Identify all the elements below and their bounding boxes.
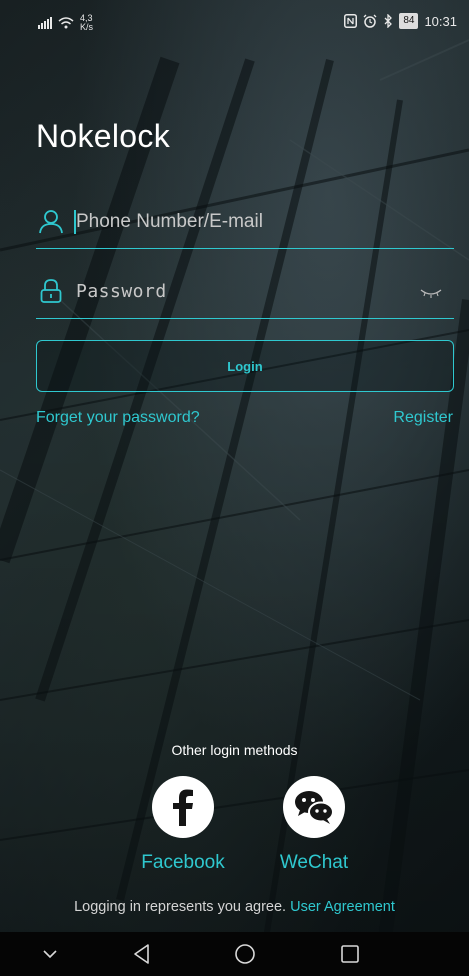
facebook-icon	[152, 776, 214, 838]
wechat-login-button[interactable]: WeChat	[264, 776, 364, 874]
chevron-down-icon[interactable]	[38, 942, 62, 966]
phone-email-placeholder: Phone Number/E-mail	[76, 211, 263, 232]
wechat-icon	[283, 776, 345, 838]
bluetooth-icon	[384, 14, 393, 28]
phone-email-field[interactable]: Phone Number/E-mail	[36, 202, 454, 249]
agreement-text: Logging in represents you agree. User Ag…	[0, 899, 469, 915]
status-left: 4,3 K/s	[38, 14, 100, 32]
battery-indicator: 84	[399, 13, 419, 29]
home-icon[interactable]	[233, 942, 257, 966]
network-speed: 4,3 K/s	[80, 14, 100, 32]
register-link[interactable]: Register	[393, 409, 453, 427]
password-field[interactable]: Password	[36, 272, 454, 319]
network-speed-unit: K/s	[80, 22, 94, 32]
login-screen: 4,3 K/s 84 10:31 Nokelock Phone Number/E…	[0, 0, 469, 976]
nfc-icon	[344, 14, 358, 28]
user-agreement-link[interactable]: User Agreement	[290, 899, 395, 915]
lock-icon	[40, 279, 62, 303]
signal-icon	[38, 17, 52, 29]
agreement-statement: Logging in represents you agree.	[74, 899, 287, 915]
facebook-label: Facebook	[141, 852, 225, 873]
password-placeholder: Password	[76, 281, 167, 302]
user-icon	[39, 210, 63, 234]
status-bar: 4,3 K/s 84 10:31	[0, 0, 469, 44]
alarm-icon	[363, 14, 377, 28]
status-right: 84 10:31	[344, 13, 457, 29]
app-title: Nokelock	[36, 118, 171, 154]
other-login-methods-title: Other login methods	[171, 742, 298, 758]
recent-apps-icon[interactable]	[338, 942, 362, 966]
forgot-password-link[interactable]: Forget your password?	[36, 409, 200, 427]
facebook-login-button[interactable]: Facebook	[133, 776, 233, 874]
login-button[interactable]: Login	[36, 340, 454, 392]
hide-password-eye-icon[interactable]	[420, 288, 442, 300]
wifi-icon	[58, 17, 74, 29]
wechat-label: WeChat	[279, 852, 349, 873]
status-time: 10:31	[424, 13, 457, 29]
system-navigation-bar	[0, 932, 469, 976]
back-icon[interactable]	[130, 942, 154, 966]
